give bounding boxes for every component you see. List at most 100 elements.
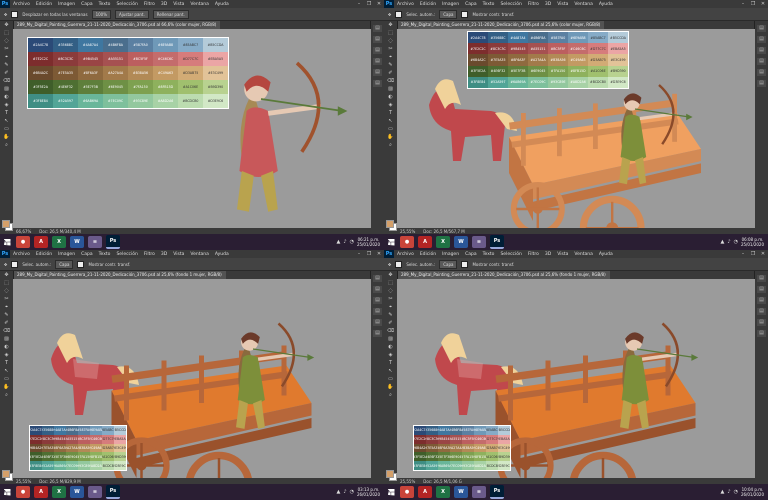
document-tab[interactable]: 289_My_Digital_Painting_Guerrera_21-11-2…: [13, 21, 221, 29]
zoom-value-field[interactable]: 100%: [91, 9, 111, 19]
taskbar-clock[interactable]: 03:13 p.m. 26/01/2020: [357, 487, 380, 497]
menu-item-vista[interactable]: Vista: [170, 252, 187, 257]
palette-swatch[interactable]: #9B4545: [54, 434, 66, 444]
properties-panel-icon[interactable]: ▤: [757, 330, 766, 337]
palette-swatch[interactable]: #D3AB75: [178, 66, 203, 80]
pencil-tool-icon[interactable]: ✐: [386, 70, 395, 77]
palette-swatch[interactable]: #4E6F32: [53, 80, 78, 94]
tray-overflow-icon[interactable]: ▲: [337, 239, 341, 245]
palette-swatch[interactable]: #2A4C78: [30, 426, 42, 435]
pen-tool-icon[interactable]: ◈: [386, 352, 395, 359]
shape-tool-icon[interactable]: ▭: [2, 126, 11, 133]
menu-item-edición[interactable]: Edición: [33, 252, 55, 257]
palette-swatch[interactable]: #6B4A2C: [414, 443, 426, 453]
document-canvas[interactable]: #2A4C78#35688C#4A87A4#4B6F8A#587FA0#6E9A…: [397, 29, 755, 228]
palette-swatch[interactable]: #A27A4A: [528, 54, 548, 66]
brush-tool-icon[interactable]: ✎: [386, 312, 395, 319]
palette-swatch[interactable]: #A1C06E: [486, 452, 498, 462]
palette-swatch[interactable]: #52A597: [42, 461, 54, 470]
zoom-readout[interactable]: 25,55%: [400, 479, 415, 484]
properties-panel-icon[interactable]: ▤: [757, 80, 766, 87]
palette-swatch[interactable]: #8FB15D: [153, 80, 178, 94]
marquee-tool-icon[interactable]: ⬚: [2, 30, 11, 37]
palette-swatch[interactable]: #D3AB75: [102, 443, 114, 453]
volume-icon[interactable]: ♪: [727, 489, 730, 495]
palette-swatch[interactable]: #93C89E: [128, 94, 153, 108]
palette-swatch[interactable]: #9B4545: [508, 43, 528, 55]
palette-swatch[interactable]: #E3C499: [114, 443, 126, 453]
palette-swatch[interactable]: #8F6A3F: [438, 443, 450, 453]
palette-swatch[interactable]: #A27A4A: [66, 443, 78, 453]
layers-panel-icon[interactable]: ▤: [373, 25, 382, 32]
palette-swatch[interactable]: #6E9045: [528, 65, 548, 77]
crop-tool-icon[interactable]: ✂: [386, 46, 395, 53]
adjustments-panel-icon[interactable]: ▤: [373, 297, 382, 304]
history-panel-icon[interactable]: ▤: [373, 36, 382, 43]
palette-swatch[interactable]: #A8D2A6: [568, 76, 588, 88]
taskbar-chrome-icon[interactable]: ●: [16, 486, 30, 498]
palette-swatch[interactable]: #6AB69A: [438, 461, 450, 470]
palette-swatch[interactable]: #D77C7C: [178, 52, 203, 66]
pen-tool-icon[interactable]: ◈: [2, 102, 11, 109]
palette-swatch[interactable]: #EBA5A5: [114, 434, 126, 444]
palette-swatch[interactable]: #A27A4A: [450, 443, 462, 453]
palette-swatch[interactable]: #D3E9C6: [498, 461, 510, 470]
palette-swatch[interactable]: #A8D2A6: [90, 461, 102, 470]
document-tab[interactable]: 289_My_Digital_Painting_Guerrera_21-11-2…: [13, 271, 226, 279]
palette-swatch[interactable]: #6E9AB8: [153, 38, 178, 52]
taskbar-excel-icon[interactable]: X: [52, 236, 66, 248]
menu-item-filtro[interactable]: Filtro: [525, 2, 542, 7]
crop-tool-icon[interactable]: ✂: [2, 46, 11, 53]
menu-item-capa[interactable]: Capa: [462, 252, 480, 257]
lasso-tool-icon[interactable]: ◌: [386, 288, 395, 295]
channels-panel-icon[interactable]: ▤: [373, 308, 382, 315]
palette-swatch[interactable]: #4B6F8A: [66, 426, 78, 435]
palette-swatch[interactable]: #7FA150: [548, 65, 568, 77]
taskbar-notes-icon[interactable]: ≡: [472, 236, 486, 248]
palette-swatch[interactable]: #6E9045: [103, 80, 128, 94]
palette-swatch[interactable]: #4A87A4: [508, 32, 528, 44]
palette-swatch[interactable]: #A55151: [450, 434, 462, 444]
document-canvas[interactable]: #2A4C78#35688C#4A87A4#4B6F8A#587FA0#6E9A…: [13, 279, 371, 478]
close-icon[interactable]: ✕: [758, 251, 768, 257]
palette-swatch[interactable]: #5E7F3B: [78, 80, 103, 94]
palette-swatch[interactable]: #C46C6C: [90, 434, 102, 444]
adjustments-panel-icon[interactable]: ▤: [757, 47, 766, 54]
menu-item-archivo[interactable]: Archivo: [394, 252, 417, 257]
shape-tool-icon[interactable]: ▭: [386, 376, 395, 383]
palette-swatch[interactable]: #7E2C2C: [414, 434, 426, 444]
menu-item-ayuda[interactable]: Ayuda: [212, 2, 232, 7]
pen-tool-icon[interactable]: ◈: [386, 102, 395, 109]
palette-swatch[interactable]: #7E5A35: [488, 54, 508, 66]
palette-swatch[interactable]: #BC5F5F: [548, 43, 568, 55]
palette-swatch[interactable]: #8FB15D: [568, 65, 588, 77]
taskbar-acrobat-icon[interactable]: A: [418, 486, 432, 498]
palette-swatch[interactable]: #7EC09C: [66, 461, 78, 470]
palette-swatch[interactable]: #A1C06E: [102, 452, 114, 462]
palette-swatch[interactable]: #BCDCB0: [102, 461, 114, 470]
palette-swatch[interactable]: #2A4C78: [28, 38, 53, 52]
menu-item-3d[interactable]: 3D: [158, 252, 170, 257]
palette-swatch[interactable]: #BC5F5F: [462, 434, 474, 444]
lasso-tool-icon[interactable]: ◌: [2, 38, 11, 45]
brush-panel-icon[interactable]: ▤: [757, 319, 766, 326]
palette-swatch[interactable]: #7E5A35: [426, 443, 438, 453]
taskbar-excel-icon[interactable]: X: [52, 486, 66, 498]
hand-tool-icon[interactable]: ✋: [2, 384, 11, 391]
taskbar-chrome-icon[interactable]: ●: [400, 486, 414, 498]
layers-panel-icon[interactable]: ▤: [757, 275, 766, 282]
close-icon[interactable]: ✕: [758, 1, 768, 7]
palette-swatch[interactable]: #D77C7C: [486, 434, 498, 444]
palette-swatch[interactable]: #5E7F3B: [438, 452, 450, 462]
palette-swatch[interactable]: #7FA150: [78, 452, 90, 462]
dodge-tool-icon[interactable]: ◐: [386, 344, 395, 351]
brush-tool-icon[interactable]: ✎: [2, 312, 11, 319]
network-icon[interactable]: ◔: [734, 239, 738, 245]
foreground-color-swatch[interactable]: [386, 470, 394, 478]
palette-swatch[interactable]: #E3C499: [498, 443, 510, 453]
hand-tool-icon[interactable]: ✋: [386, 134, 395, 141]
palette-swatch[interactable]: #E3C499: [203, 66, 228, 80]
close-icon[interactable]: ✕: [374, 1, 384, 7]
palette-swatch[interactable]: #52A597: [53, 94, 78, 108]
palette-swatch[interactable]: #3F8E84: [30, 461, 42, 470]
